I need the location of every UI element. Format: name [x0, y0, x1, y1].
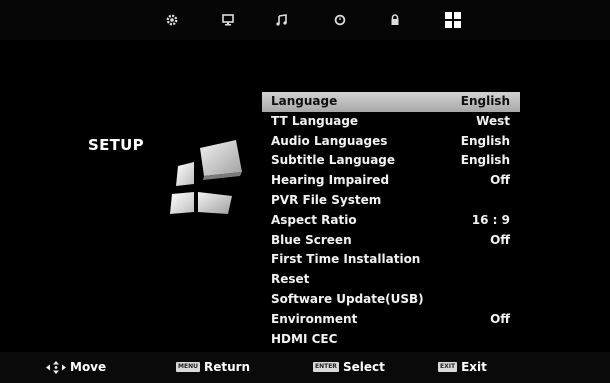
menu-item-value: English — [460, 94, 510, 108]
hint-exit-label: Exit — [461, 360, 487, 374]
menu-item-pvr-file-system[interactable]: PVR File System — [262, 191, 520, 211]
bottom-hint-bar: Move MENU Return ENTER Select EXIT Exit — [0, 352, 610, 383]
hint-exit: EXIT Exit — [438, 360, 487, 374]
menu-item-language[interactable]: Language English — [262, 92, 520, 112]
menu-item-value: English — [460, 153, 510, 168]
menu-item-label: Reset — [271, 272, 310, 287]
lock-icon[interactable] — [385, 10, 405, 30]
menu-item-value: English — [460, 133, 510, 148]
four-way-arrows-icon — [46, 360, 66, 374]
menu-item-blue-screen[interactable]: Blue Screen Off — [262, 231, 520, 251]
page-title: SETUP — [88, 136, 144, 154]
setup-grid-icon[interactable] — [443, 10, 463, 30]
menu-item-aspect-ratio[interactable]: Aspect Ratio 16 : 9 — [262, 211, 520, 231]
hint-return-label: Return — [203, 360, 251, 374]
setup-menu-list: Language English TT Language West Audio … — [262, 92, 520, 349]
menu-item-label: TT Language — [271, 113, 359, 128]
menu-item-label: Blue Screen — [271, 232, 352, 247]
menu-item-label: HDMI CEC — [271, 331, 338, 346]
menu-item-label: Audio Languages — [271, 133, 388, 148]
menu-item-tt-language[interactable]: TT Language West — [262, 112, 520, 132]
menu-item-subtitle-language[interactable]: Subtitle Language English — [262, 151, 520, 171]
menu-item-value: Off — [490, 311, 510, 326]
hint-move-label: Move — [70, 360, 107, 374]
menu-item-label: Aspect Ratio — [271, 212, 357, 227]
menu-item-hearing-impaired[interactable]: Hearing Impaired Off — [262, 171, 520, 191]
menu-item-value: Off — [490, 232, 510, 247]
top-tab-bar — [0, 0, 610, 40]
menu-item-audio-languages[interactable]: Audio Languages English — [262, 132, 520, 152]
menu-item-label: First Time Installation — [271, 252, 421, 267]
menu-item-first-time-installation[interactable]: First Time Installation — [262, 250, 520, 270]
enter-key-icon: ENTER — [313, 362, 339, 372]
setup-tiles-icon — [166, 136, 246, 216]
hint-move: Move — [46, 360, 106, 374]
menu-item-label: Language — [271, 94, 338, 108]
channel-monitor-icon[interactable] — [218, 10, 238, 30]
hint-return: MENU Return — [176, 360, 250, 374]
hint-select-label: Select — [342, 360, 385, 374]
menu-item-software-update[interactable]: Software Update(USB) — [262, 290, 520, 310]
menu-item-environment[interactable]: Environment Off — [262, 310, 520, 330]
menu-key-icon: MENU — [176, 362, 200, 372]
menu-item-reset[interactable]: Reset — [262, 270, 520, 290]
menu-item-hdmi-cec[interactable]: HDMI CEC — [262, 330, 520, 350]
picture-gear-icon[interactable] — [162, 10, 182, 30]
menu-item-value: 16 : 9 — [471, 212, 510, 227]
sound-note-icon[interactable] — [272, 10, 292, 30]
menu-item-label: Environment — [271, 311, 358, 326]
menu-item-value: Off — [490, 173, 510, 188]
menu-item-label: Hearing Impaired — [271, 173, 390, 188]
time-clock-icon[interactable] — [330, 10, 350, 30]
menu-item-label: PVR File System — [271, 192, 382, 207]
menu-item-label: Software Update(USB) — [271, 291, 424, 306]
menu-item-label: Subtitle Language — [271, 153, 396, 168]
menu-item-value: West — [476, 113, 510, 128]
exit-key-icon: EXIT — [438, 362, 458, 372]
hint-select: ENTER Select — [313, 360, 385, 374]
